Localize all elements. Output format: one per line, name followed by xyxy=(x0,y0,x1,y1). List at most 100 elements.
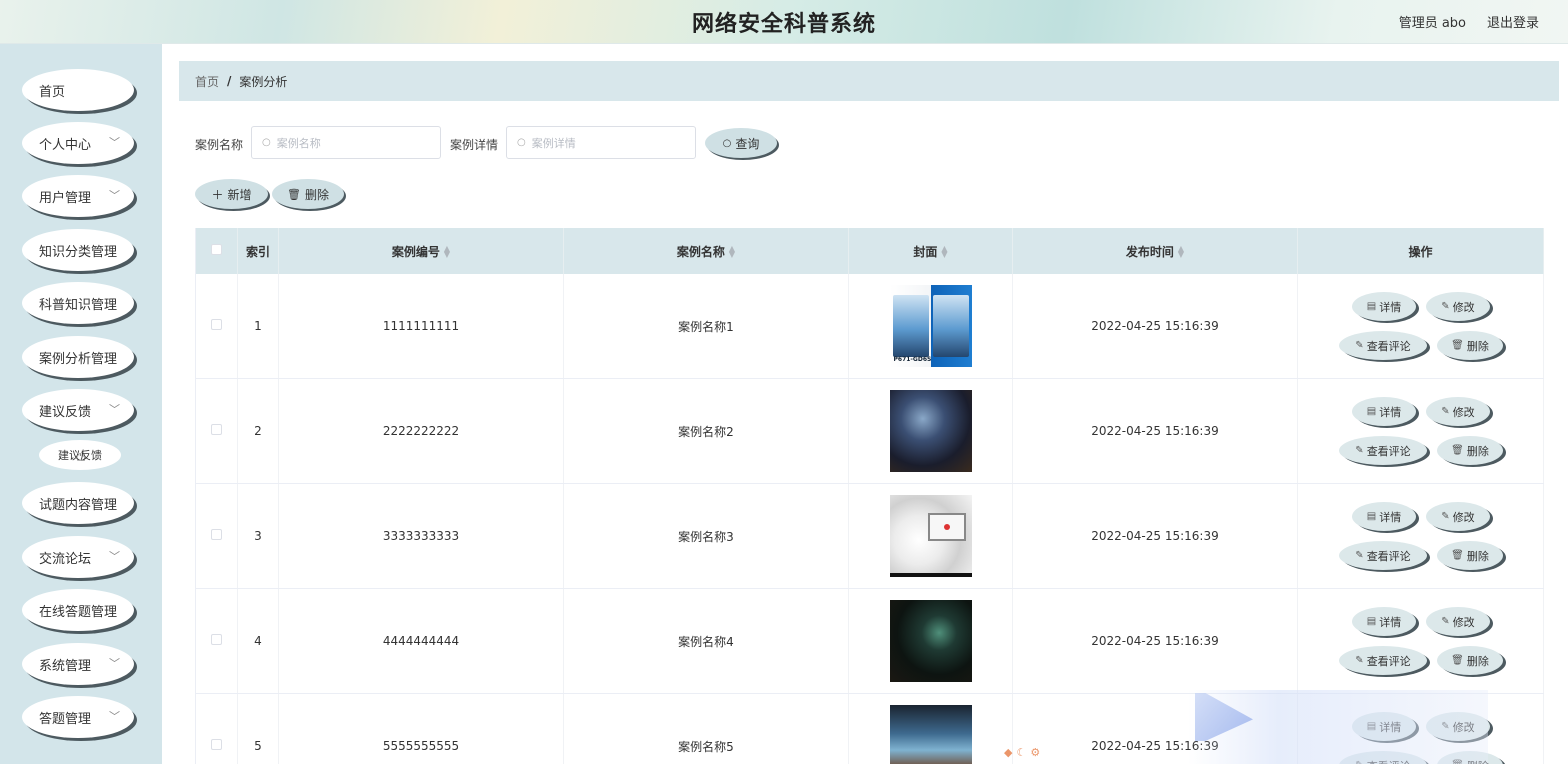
query-button-label: 查询 xyxy=(735,136,760,151)
edit-icon: ✎ xyxy=(1441,406,1450,417)
edit-icon: ✎ xyxy=(1441,616,1450,627)
sidebar-item-feedback[interactable]: 建议反馈 ﹀ xyxy=(22,389,134,431)
row-delete-button[interactable]: 🗑删除 xyxy=(1437,331,1503,360)
detail-button[interactable]: ▤ 详情 xyxy=(1352,292,1416,321)
view-comments-button[interactable]: ✎查看评论 xyxy=(1339,541,1427,570)
row-index: 4 xyxy=(237,588,279,694)
select-all-checkbox[interactable] xyxy=(211,244,222,255)
detail-button-label: 详情 xyxy=(1379,720,1402,734)
row-cover xyxy=(848,588,1013,694)
view-comments-button[interactable]: ✎查看评论 xyxy=(1339,331,1427,360)
ime-settings-icon: ⚙ xyxy=(1030,746,1041,759)
case-name-input[interactable]: ○ 案例名称 xyxy=(251,126,441,159)
header-name-label: 案例名称 xyxy=(676,244,725,259)
row-code: 5555555555 xyxy=(278,693,564,764)
add-button[interactable]: ＋ 新增 xyxy=(195,179,268,209)
add-button-label: 新增 xyxy=(227,187,252,202)
row-select-cell xyxy=(195,483,238,589)
case-detail-label: 案例详情 xyxy=(450,138,499,152)
sidebar-item-label: 试题内容管理 xyxy=(39,497,118,513)
case-detail-input[interactable]: ○ 案例详情 xyxy=(506,126,696,159)
logout-link[interactable]: 退出登录 xyxy=(1487,12,1539,31)
sidebar-item-forum[interactable]: 交流论坛 ﹀ xyxy=(22,536,134,578)
delete-button-label: 删除 xyxy=(304,187,329,202)
row-code: 4444444444 xyxy=(278,588,564,694)
sort-icon[interactable]: ▲ ▼ xyxy=(444,245,450,259)
row-delete-button[interactable]: 🗑删除 xyxy=(1437,646,1503,675)
edit-button-label: 修改 xyxy=(1452,300,1475,314)
cover-image: P671-GD6S xyxy=(889,285,972,367)
cover-image xyxy=(889,705,972,764)
chevron-down-icon: ﹀ xyxy=(109,136,120,149)
header-code-label: 案例编号 xyxy=(391,244,440,259)
sidebar-item-question-content[interactable]: 试题内容管理 xyxy=(22,482,134,524)
query-button[interactable]: ○ 查询 xyxy=(705,128,777,158)
chevron-down-icon: ﹀ xyxy=(109,550,120,563)
edit-button[interactable]: ✎ 修改 xyxy=(1426,397,1490,426)
chevron-down-icon: ﹀ xyxy=(109,403,120,416)
view-comments-button[interactable]: ✎查看评论 xyxy=(1339,436,1427,465)
sidebar-item-personal-center[interactable]: 个人中心 ﹀ xyxy=(22,122,134,164)
row-checkbox[interactable] xyxy=(211,739,222,750)
edit-button[interactable]: ✎ 修改 xyxy=(1426,502,1490,531)
sidebar-item-online-answer[interactable]: 在线答题管理 xyxy=(22,589,134,631)
edit-icon: ✎ xyxy=(1441,301,1450,312)
case-name-placeholder: 案例名称 xyxy=(276,136,321,150)
row-ops: ▤详情 ✎修改 ✎查看评论 🗑删除 xyxy=(1297,693,1544,764)
sidebar-item-user-management[interactable]: 用户管理 ﹀ xyxy=(22,175,134,217)
sidebar-item-knowledge-category[interactable]: 知识分类管理 xyxy=(22,229,134,271)
row-checkbox[interactable] xyxy=(211,319,222,330)
sidebar-item-system-management[interactable]: 系统管理 ﹀ xyxy=(22,643,134,685)
sidebar-item-case-analysis[interactable]: 案例分析管理 xyxy=(22,336,134,378)
sort-icon[interactable]: ▲ ▼ xyxy=(941,245,947,259)
row-delete-button[interactable]: 🗑删除 xyxy=(1437,436,1503,465)
detail-button-label: 详情 xyxy=(1379,615,1402,629)
header-index: 索引 xyxy=(237,228,279,274)
header-cover[interactable]: 封面 ▲ ▼ xyxy=(848,228,1013,274)
row-select-cell xyxy=(195,693,238,764)
select-all-cell xyxy=(195,228,238,274)
sort-icon[interactable]: ▲ ▼ xyxy=(1178,245,1184,259)
row-index: 2 xyxy=(237,378,279,484)
row-name: 案例名称1 xyxy=(563,274,849,379)
edit-button[interactable]: ✎ 修改 xyxy=(1426,607,1490,636)
edit-button[interactable]: ✎ 修改 xyxy=(1426,712,1490,741)
cover-image xyxy=(889,495,972,577)
detail-button[interactable]: ▤ 详情 xyxy=(1352,607,1416,636)
row-cover xyxy=(848,378,1013,484)
detail-button[interactable]: ▤ 详情 xyxy=(1352,502,1416,531)
edit-icon: ✎ xyxy=(1355,655,1364,666)
row-delete-button[interactable]: 🗑删除 xyxy=(1437,751,1503,764)
row-code: 2222222222 xyxy=(278,378,564,484)
sidebar-item-label: 科普知识管理 xyxy=(39,297,118,313)
sidebar-item-science-knowledge[interactable]: 科普知识管理 xyxy=(22,282,134,324)
edit-icon: ✎ xyxy=(1355,550,1364,561)
chevron-down-icon: ﹀ xyxy=(109,657,120,670)
edit-button-label: 修改 xyxy=(1452,720,1475,734)
view-comments-button-label: 查看评论 xyxy=(1366,549,1411,563)
detail-button[interactable]: ▤ 详情 xyxy=(1352,712,1416,741)
row-checkbox[interactable] xyxy=(211,634,222,645)
row-time: 2022-04-25 15:16:39 xyxy=(1012,274,1298,379)
row-checkbox[interactable] xyxy=(211,529,222,540)
row-delete-button[interactable]: 🗑删除 xyxy=(1437,541,1503,570)
detail-button[interactable]: ▤ 详情 xyxy=(1352,397,1416,426)
view-comments-button[interactable]: ✎查看评论 xyxy=(1339,646,1427,675)
sidebar-item-label: 系统管理 xyxy=(39,658,92,674)
sidebar-item-answer-management[interactable]: 答题管理 ﹀ xyxy=(22,696,134,738)
row-time: 2022-04-25 15:16:39 xyxy=(1012,483,1298,589)
breadcrumb-home[interactable]: 首页 xyxy=(195,73,219,90)
header-name[interactable]: 案例名称 ▲ ▼ xyxy=(563,228,849,274)
sort-icon[interactable]: ▲ ▼ xyxy=(729,245,735,259)
header-code[interactable]: 案例编号 ▲ ▼ xyxy=(278,228,564,274)
edit-button-label: 修改 xyxy=(1452,405,1475,419)
view-comments-button[interactable]: ✎查看评论 xyxy=(1339,751,1427,764)
breadcrumb: 首页 / 案例分析 xyxy=(179,61,1559,101)
document-icon: ▤ xyxy=(1366,511,1377,522)
sidebar-item-home[interactable]: 首页 xyxy=(22,69,134,111)
delete-button[interactable]: 🗑 删除 xyxy=(272,179,344,209)
header-time[interactable]: 发布时间 ▲ ▼ xyxy=(1012,228,1298,274)
row-checkbox[interactable] xyxy=(211,424,222,435)
edit-button[interactable]: ✎ 修改 xyxy=(1426,292,1490,321)
table-header-row: 索引 案例编号 ▲ ▼ 案例名称 ▲ ▼ 封面 ▲ ▼ 发布时间 ▲ ▼ 操作 xyxy=(195,228,1544,274)
